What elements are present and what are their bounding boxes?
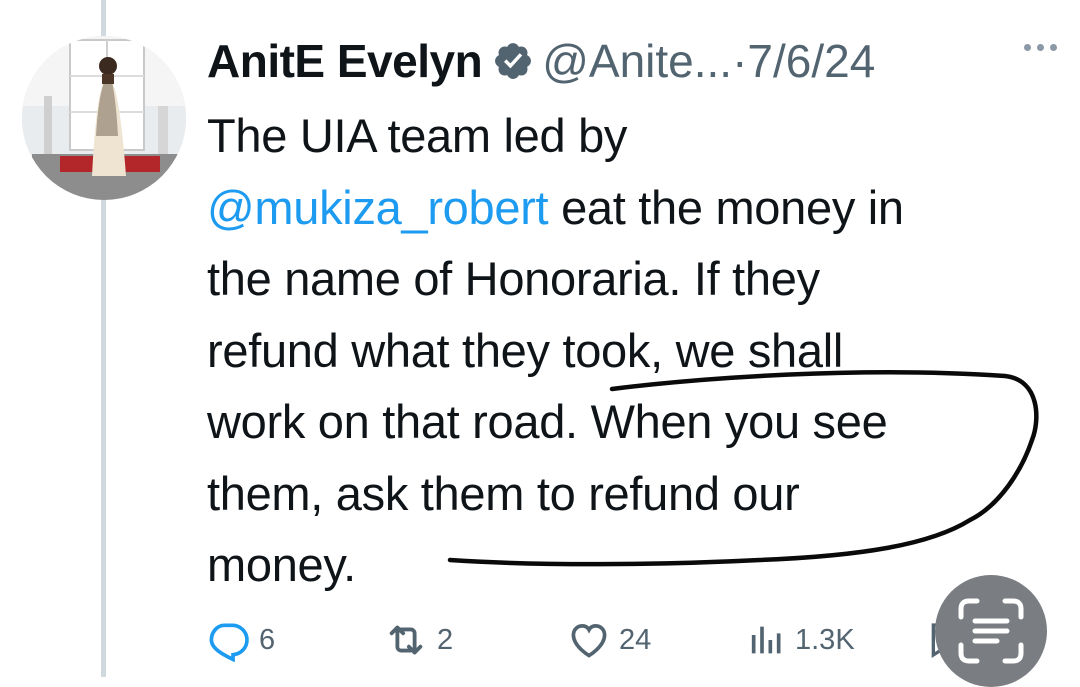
tweet-line: the name of Honoraria. If they bbox=[207, 252, 820, 305]
tweet-line-text: eat the money in bbox=[548, 180, 904, 234]
more-icon[interactable] bbox=[1024, 44, 1057, 51]
reply-count: 6 bbox=[259, 623, 276, 656]
header-separator: · bbox=[732, 35, 748, 87]
tweet-date[interactable]: 7/6/24 bbox=[747, 34, 875, 88]
tweet-line: @mukiza_robert eat the money in bbox=[207, 172, 1037, 244]
scan-text-button[interactable] bbox=[935, 575, 1047, 687]
repost-button[interactable]: 2 bbox=[383, 612, 453, 668]
repost-icon bbox=[389, 625, 423, 655]
like-button[interactable]: 24 bbox=[567, 612, 651, 668]
like-count: 24 bbox=[619, 623, 652, 656]
reply-button[interactable]: 6 bbox=[207, 612, 275, 668]
views-button[interactable]: 1.3K bbox=[747, 612, 855, 668]
tweet-line: them, ask them to refund our bbox=[207, 466, 800, 520]
avatar[interactable] bbox=[22, 36, 186, 200]
views-count: 1.3K bbox=[795, 623, 855, 656]
verified-badge-icon bbox=[492, 40, 534, 82]
repost-count: 2 bbox=[437, 623, 454, 656]
scan-text-icon bbox=[958, 598, 1024, 664]
reply-icon bbox=[209, 623, 249, 662]
like-icon bbox=[571, 624, 607, 658]
tweet-line: work on that road. When you see bbox=[207, 395, 888, 448]
tweet-actions: 6 2 24 1.3K bbox=[207, 612, 959, 668]
mention-link[interactable]: @mukiza_robert bbox=[207, 181, 549, 234]
tweet-line: The UIA team led by bbox=[207, 109, 628, 162]
tweet-line: money. bbox=[207, 538, 356, 591]
tweet-header: AnitE Evelyn @Anite... · 7/6/24 bbox=[207, 30, 1057, 92]
views-icon bbox=[751, 626, 781, 654]
avatar-photo bbox=[22, 36, 186, 200]
tweet-text: The UIA team led by @mukiza_robert eat t… bbox=[207, 100, 1037, 601]
tweet-line: refund what they took, we shall bbox=[207, 323, 844, 377]
author-handle[interactable]: @Anite... bbox=[542, 34, 732, 88]
author-display-name[interactable]: AnitE Evelyn bbox=[207, 34, 483, 88]
